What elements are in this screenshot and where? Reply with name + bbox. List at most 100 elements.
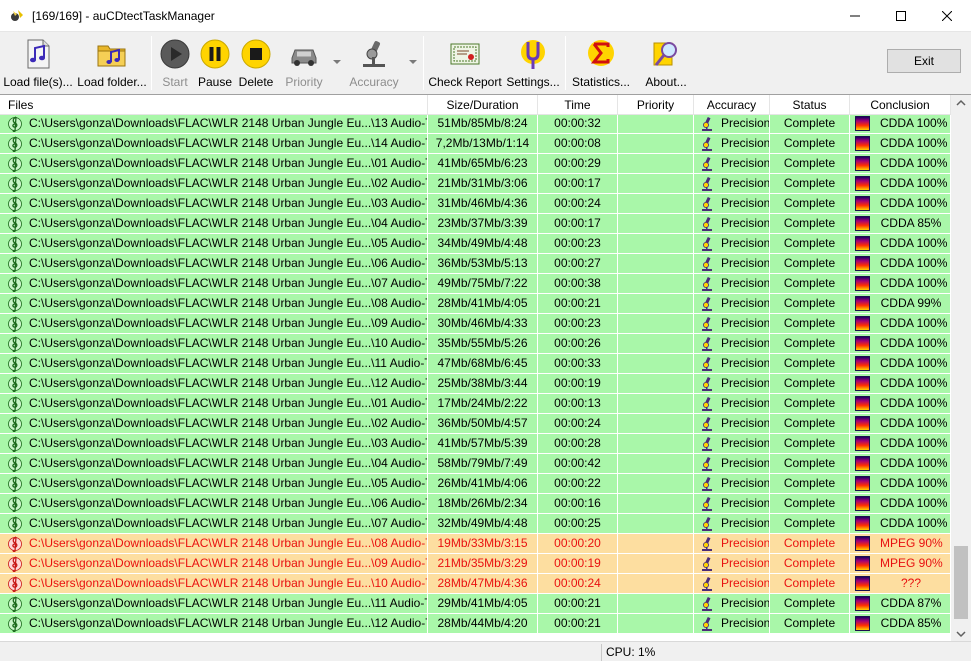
cell-conclusion: CDDA 85% bbox=[850, 214, 951, 233]
cell-priority bbox=[618, 394, 694, 413]
priority-button[interactable]: Priority bbox=[281, 36, 327, 92]
settings-button[interactable]: Settings... bbox=[505, 36, 561, 92]
cell-priority bbox=[618, 554, 694, 573]
table-row[interactable]: C:\Users\gonza\Downloads\FLAC\WLR 2148 U… bbox=[0, 314, 951, 334]
table-row[interactable]: C:\Users\gonza\Downloads\FLAC\WLR 2148 U… bbox=[0, 394, 951, 414]
file-list[interactable]: Files Size/Duration Time Priority Accura… bbox=[0, 94, 971, 641]
table-row[interactable]: C:\Users\gonza\Downloads\FLAC\WLR 2148 U… bbox=[0, 234, 951, 254]
accuracy-button[interactable]: Accuracy bbox=[349, 36, 399, 92]
column-header-accuracy[interactable]: Accuracy bbox=[694, 95, 770, 115]
table-row[interactable]: C:\Users\gonza\Downloads\FLAC\WLR 2148 U… bbox=[0, 434, 951, 454]
table-row[interactable]: C:\Users\gonza\Downloads\FLAC\WLR 2148 U… bbox=[0, 134, 951, 154]
microscope-icon bbox=[702, 156, 712, 171]
table-row[interactable]: C:\Users\gonza\Downloads\FLAC\WLR 2148 U… bbox=[0, 474, 951, 494]
cell-size-duration: 41Mb/65Mb/6:23 bbox=[428, 154, 538, 173]
table-row[interactable]: C:\Users\gonza\Downloads\FLAC\WLR 2148 U… bbox=[0, 554, 951, 574]
maximize-button[interactable] bbox=[878, 0, 924, 31]
conclusion-value: CDDA 100% bbox=[880, 196, 948, 210]
cell-file: C:\Users\gonza\Downloads\FLAC\WLR 2148 U… bbox=[0, 374, 428, 393]
column-header-priority[interactable]: Priority bbox=[618, 95, 694, 115]
column-header-time[interactable]: Time bbox=[538, 95, 618, 115]
music-file-icon bbox=[27, 39, 50, 69]
column-header-conclusion[interactable]: Conclusion bbox=[850, 95, 951, 115]
column-header-files[interactable]: Files bbox=[0, 95, 428, 115]
table-row[interactable]: C:\Users\gonza\Downloads\FLAC\WLR 2148 U… bbox=[0, 154, 951, 174]
spectrogram-icon bbox=[855, 276, 870, 291]
table-row[interactable]: C:\Users\gonza\Downloads\FLAC\WLR 2148 U… bbox=[0, 594, 951, 614]
table-row[interactable]: C:\Users\gonza\Downloads\FLAC\WLR 2148 U… bbox=[0, 294, 951, 314]
cell-size-duration: 28Mb/44Mb/4:20 bbox=[428, 614, 538, 633]
accuracy-dropdown-arrow[interactable] bbox=[409, 60, 417, 64]
column-header-status[interactable]: Status bbox=[770, 95, 850, 115]
accuracy-value: Precision bbox=[721, 296, 770, 310]
cell-size-duration: 34Mb/49Mb/4:48 bbox=[428, 234, 538, 253]
conclusion-value: CDDA 100% bbox=[880, 436, 948, 450]
cell-priority bbox=[618, 414, 694, 433]
table-row[interactable]: C:\Users\gonza\Downloads\FLAC\WLR 2148 U… bbox=[0, 454, 951, 474]
start-button[interactable]: Start bbox=[156, 36, 194, 92]
treble-clef-icon bbox=[8, 296, 22, 312]
treble-clef-icon bbox=[8, 456, 22, 472]
column-header-size[interactable]: Size/Duration bbox=[428, 95, 538, 115]
table-row[interactable]: C:\Users\gonza\Downloads\FLAC\WLR 2148 U… bbox=[0, 274, 951, 294]
table-row[interactable]: C:\Users\gonza\Downloads\FLAC\WLR 2148 U… bbox=[0, 614, 951, 634]
about-button[interactable]: About... bbox=[641, 36, 691, 92]
table-row[interactable]: C:\Users\gonza\Downloads\FLAC\WLR 2148 U… bbox=[0, 254, 951, 274]
table-row[interactable]: C:\Users\gonza\Downloads\FLAC\WLR 2148 U… bbox=[0, 374, 951, 394]
scrollbar-thumb[interactable] bbox=[954, 546, 968, 619]
accuracy-value: Precision bbox=[721, 556, 770, 570]
cell-conclusion: CDDA 100% bbox=[850, 174, 951, 193]
microscope-icon bbox=[702, 516, 712, 531]
cell-time: 00:00:23 bbox=[538, 234, 618, 253]
cell-file: C:\Users\gonza\Downloads\FLAC\WLR 2148 U… bbox=[0, 474, 428, 493]
table-row[interactable]: C:\Users\gonza\Downloads\FLAC\WLR 2148 U… bbox=[0, 574, 951, 594]
cell-file: C:\Users\gonza\Downloads\FLAC\WLR 2148 U… bbox=[0, 334, 428, 353]
priority-dropdown-arrow[interactable] bbox=[333, 60, 341, 64]
cell-status: Complete bbox=[770, 614, 850, 633]
file-path: C:\Users\gonza\Downloads\FLAC\WLR 2148 U… bbox=[29, 236, 428, 250]
table-row[interactable]: C:\Users\gonza\Downloads\FLAC\WLR 2148 U… bbox=[0, 514, 951, 534]
cell-time: 00:00:24 bbox=[538, 574, 618, 593]
accuracy-value: Precision bbox=[721, 236, 770, 250]
load-files-button[interactable]: Load file(s)... bbox=[3, 36, 73, 92]
minimize-button[interactable] bbox=[832, 0, 878, 31]
scroll-down-icon[interactable] bbox=[951, 625, 971, 641]
toolbar-separator bbox=[565, 36, 566, 90]
table-row[interactable]: C:\Users\gonza\Downloads\FLAC\WLR 2148 U… bbox=[0, 494, 951, 514]
treble-clef-icon bbox=[8, 276, 22, 292]
table-row[interactable]: C:\Users\gonza\Downloads\FLAC\WLR 2148 U… bbox=[0, 115, 951, 134]
accuracy-value: Precision bbox=[721, 536, 770, 550]
spectrogram-icon bbox=[855, 136, 870, 151]
table-row[interactable]: C:\Users\gonza\Downloads\FLAC\WLR 2148 U… bbox=[0, 174, 951, 194]
cell-accuracy: Precision bbox=[694, 574, 770, 593]
file-path: C:\Users\gonza\Downloads\FLAC\WLR 2148 U… bbox=[29, 456, 428, 470]
table-row[interactable]: C:\Users\gonza\Downloads\FLAC\WLR 2148 U… bbox=[0, 194, 951, 214]
table-row[interactable]: C:\Users\gonza\Downloads\FLAC\WLR 2148 U… bbox=[0, 354, 951, 374]
cell-size-duration: 7,2Mb/13Mb/1:14 bbox=[428, 134, 538, 153]
table-row[interactable]: C:\Users\gonza\Downloads\FLAC\WLR 2148 U… bbox=[0, 214, 951, 234]
conclusion-value: CDDA 100% bbox=[880, 476, 948, 490]
cell-status: Complete bbox=[770, 194, 850, 213]
cell-file: C:\Users\gonza\Downloads\FLAC\WLR 2148 U… bbox=[0, 514, 428, 533]
cell-status: Complete bbox=[770, 534, 850, 553]
pause-button[interactable]: Pause bbox=[197, 36, 233, 92]
exit-button[interactable]: Exit bbox=[887, 49, 961, 73]
delete-button[interactable]: Delete bbox=[237, 36, 275, 92]
cell-size-duration: 23Mb/37Mb/3:39 bbox=[428, 214, 538, 233]
table-row[interactable]: C:\Users\gonza\Downloads\FLAC\WLR 2148 U… bbox=[0, 334, 951, 354]
table-row[interactable]: C:\Users\gonza\Downloads\FLAC\WLR 2148 U… bbox=[0, 414, 951, 434]
file-path: C:\Users\gonza\Downloads\FLAC\WLR 2148 U… bbox=[29, 116, 428, 130]
file-path: C:\Users\gonza\Downloads\FLAC\WLR 2148 U… bbox=[29, 476, 428, 490]
vertical-scrollbar[interactable] bbox=[951, 95, 971, 641]
cell-time: 00:00:16 bbox=[538, 494, 618, 513]
check-report-button[interactable]: Check Report bbox=[428, 36, 502, 92]
scroll-up-icon[interactable] bbox=[951, 95, 971, 112]
cell-size-duration: 49Mb/75Mb/7:22 bbox=[428, 274, 538, 293]
file-path: C:\Users\gonza\Downloads\FLAC\WLR 2148 U… bbox=[29, 496, 428, 510]
statistics-button[interactable]: Statistics... bbox=[571, 36, 631, 92]
load-folder-button[interactable]: Load folder... bbox=[77, 36, 147, 92]
table-row[interactable]: C:\Users\gonza\Downloads\FLAC\WLR 2148 U… bbox=[0, 534, 951, 554]
microscope-icon bbox=[702, 216, 712, 231]
cell-size-duration: 58Mb/79Mb/7:49 bbox=[428, 454, 538, 473]
close-button[interactable] bbox=[924, 0, 970, 31]
